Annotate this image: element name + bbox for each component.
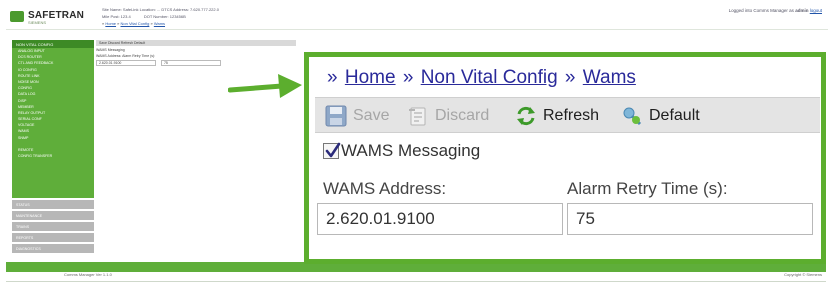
sidebar-group[interactable]: TRAINS	[12, 222, 94, 232]
save-button[interactable]: Save	[325, 104, 389, 128]
mini-breadcrumb-home[interactable]: Home	[105, 21, 116, 26]
breadcrumb-separator: »	[402, 67, 414, 88]
breadcrumb-wams[interactable]: Wams	[583, 67, 636, 88]
mini-breadcrumb: » Home » Non Vital Config » Wams	[102, 21, 165, 26]
mini-toolbar[interactable]: Save Discard Refresh Default	[96, 40, 296, 46]
wams-messaging-checkbox[interactable]	[323, 142, 341, 159]
discard-label: Discard	[435, 107, 490, 124]
logout-link[interactable]: logout	[810, 8, 822, 13]
footer-version: Comms Manager Ver 1.1.0	[64, 272, 112, 277]
app-header: SAFETRAN SIEMENS Site Name: SafeLink Loc…	[6, 4, 828, 30]
default-label: Default	[649, 107, 700, 124]
sidebar-header[interactable]: NON VITAL CONFIG	[12, 40, 94, 48]
toolbar: Save Discard Refresh Default	[315, 97, 820, 133]
alarm-retry-label: Alarm Retry Time (s):	[567, 179, 728, 198]
mini-breadcrumb-sep: »	[150, 21, 153, 26]
save-label: Save	[353, 107, 390, 124]
wams-messaging-label: WAMS Messaging	[341, 141, 481, 160]
mini-breadcrumb-sep: »	[117, 21, 120, 26]
discard-button[interactable]: Discard	[407, 104, 489, 128]
wams-messaging-row: WAMS Messaging	[323, 141, 480, 161]
sidebar-group[interactable]: MAINTENANCE	[12, 211, 94, 221]
breadcrumb-separator: »	[327, 67, 338, 88]
site-info-line-2: Mile Post: 123.4 DOT Number: 123456B	[102, 14, 198, 19]
mini-breadcrumb-sep: »	[102, 21, 105, 26]
logged-in-text: Logged into Comms Manager as	[728, 8, 794, 13]
mini-breadcrumb-section[interactable]: Non Vital Config	[121, 21, 150, 26]
sidebar-menu: NON VITAL CONFIG ANALOG INPUT DCS ROUTER…	[12, 40, 94, 198]
alarm-retry-input[interactable]	[567, 203, 813, 235]
footer-copyright: Copyright © Siemens	[784, 272, 822, 277]
refresh-button[interactable]: Refresh	[515, 104, 599, 128]
floppy-disk-icon	[325, 105, 347, 127]
footer-divider	[6, 281, 826, 282]
sidebar-group[interactable]: REPORTS	[12, 233, 94, 243]
mini-retry-input[interactable]: 75	[160, 60, 221, 66]
logo-subtext: SIEMENS	[28, 20, 47, 25]
mini-breadcrumb-page[interactable]: Wams	[154, 21, 165, 26]
mini-checkbox-label[interactable]: WAMS Messaging	[96, 48, 296, 52]
discard-icon	[409, 107, 426, 126]
breadcrumb-separator: »	[564, 67, 576, 88]
breadcrumb: » Home » Non Vital Config » Wams	[325, 67, 636, 89]
sidebar: NON VITAL CONFIG ANALOG INPUT DCS ROUTER…	[12, 40, 94, 256]
refresh-arrows-icon	[517, 106, 535, 126]
site-info-line: Site Name: SafeLink Location: ... DTCS A…	[102, 7, 219, 12]
mile-post: Mile Post: 123.4	[102, 14, 131, 19]
zoomed-wams-panel: » Home » Non Vital Config » Wams Save Di…	[304, 52, 826, 264]
mini-field-labels: WAMS Address: Alarm Retry Time (s):	[96, 54, 156, 58]
default-button[interactable]: Default	[621, 104, 700, 128]
dot-number: DOT Number: 123456B	[143, 14, 186, 19]
sidebar-group[interactable]: DIAGNOSTICS	[12, 244, 94, 254]
mini-address-input[interactable]: 2.620.01.9100	[96, 60, 156, 66]
logged-in-user: admin	[795, 8, 809, 13]
safetran-logo-icon	[10, 11, 24, 22]
callout-arrow-icon	[228, 74, 302, 98]
wams-address-input[interactable]	[317, 203, 563, 235]
wams-address-label: WAMS Address:	[323, 179, 447, 198]
breadcrumb-home[interactable]: Home	[345, 67, 396, 88]
default-wrench-icon	[623, 107, 642, 126]
sidebar-group[interactable]: STATUS	[12, 200, 94, 210]
breadcrumb-non-vital-config[interactable]: Non Vital Config	[421, 67, 558, 88]
checkmark-icon	[325, 142, 341, 158]
refresh-label: Refresh	[543, 107, 600, 124]
sidebar-item[interactable]: SNMP	[12, 135, 94, 141]
login-status: Logged into Comms Manager as admin logou…	[729, 8, 822, 13]
sidebar-item-config-transfer[interactable]: CONFIG TRANSFER	[12, 153, 94, 159]
mini-main-content: Save Discard Refresh Default WAMS Messag…	[96, 40, 296, 66]
